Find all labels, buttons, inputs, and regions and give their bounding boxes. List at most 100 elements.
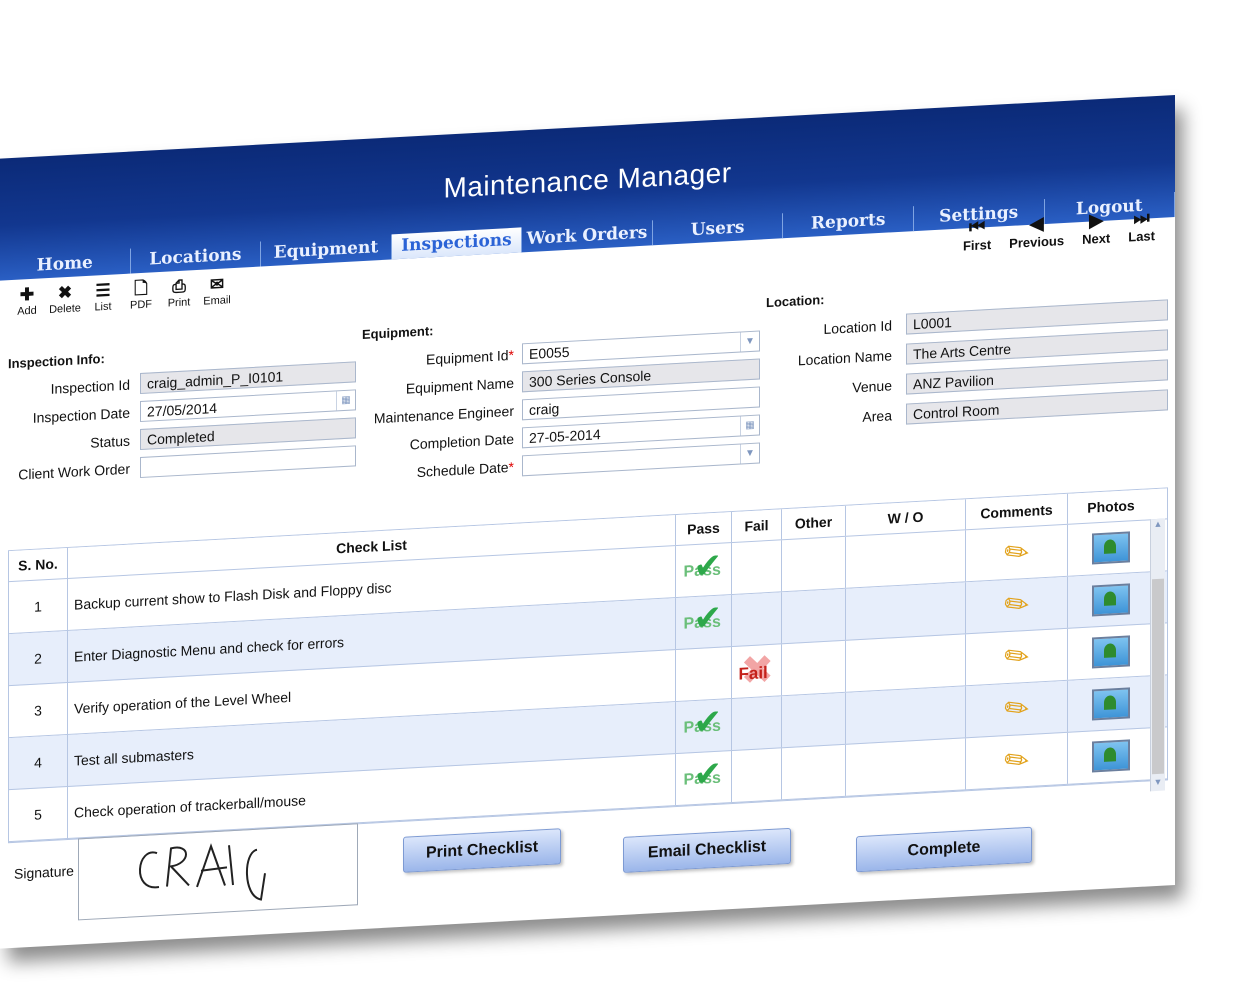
tab-users[interactable]: Users	[652, 213, 784, 246]
header-sno: S. No.	[9, 547, 68, 582]
other-cell[interactable]	[782, 588, 846, 644]
location-name-field[interactable]: The Arts Centre	[906, 329, 1168, 365]
photo-icon[interactable]	[1092, 583, 1130, 617]
skip-last-icon: ⏭	[1133, 207, 1150, 229]
first-button[interactable]: ⏮ First	[963, 215, 991, 253]
checklist-grid: S. No. Check List Pass Fail Other W / O …	[8, 487, 1168, 844]
equipment-id-select[interactable]: E0055 ▼	[522, 330, 760, 365]
comments-cell: ✏	[966, 628, 1068, 686]
calendar-icon[interactable]: ▦	[336, 390, 355, 411]
other-cell[interactable]	[782, 640, 846, 696]
pencil-icon[interactable]: ✏	[1001, 690, 1032, 728]
pdf-button[interactable]: 🗋 PDF	[122, 278, 160, 312]
tab-work-orders[interactable]: Work Orders	[522, 220, 653, 253]
signature-label: Signature	[14, 862, 74, 882]
photos-cell	[1068, 624, 1154, 680]
print-button[interactable]: ⎙ Print	[160, 276, 198, 310]
schedule-date-label: Schedule Date*	[416, 458, 514, 481]
printer-icon: ⎙	[172, 276, 186, 297]
wo-cell[interactable]	[846, 686, 966, 744]
maintenance-engineer-field[interactable]: craig	[522, 386, 760, 421]
scroll-up-icon[interactable]: ▲	[1151, 519, 1165, 534]
pass-check-icon[interactable]: Pass ✔	[680, 546, 728, 590]
record-toolbar: ✚ Add ✖ Delete ☰ List 🗋 PDF ⎙ Print ✉ Email	[8, 274, 236, 318]
pencil-icon[interactable]: ✏	[1001, 638, 1032, 676]
inspection-id-label: Inspection Id	[50, 376, 130, 397]
inspection-id-field[interactable]: craig_admin_P_I0101	[140, 361, 356, 395]
pencil-icon[interactable]: ✏	[1001, 534, 1032, 572]
pass-check-icon[interactable]: Pass ✔	[680, 598, 728, 642]
wo-cell[interactable]	[846, 738, 966, 796]
inspection-date-label: Inspection Date	[32, 404, 130, 426]
chevron-down-icon[interactable]: ▼	[740, 331, 759, 352]
pass-cell[interactable]	[676, 646, 732, 702]
comments-cell: ✏	[966, 576, 1068, 634]
grid-scrollbar[interactable]: ▲ ▼	[1150, 518, 1165, 792]
venue-field[interactable]: ANZ Pavilion	[906, 359, 1168, 395]
pass-cell[interactable]: Pass ✔	[676, 542, 732, 598]
signature-pad[interactable]	[78, 823, 358, 921]
pass-check-icon[interactable]: Pass ✔	[680, 702, 728, 746]
wo-cell[interactable]	[846, 582, 966, 640]
equipment-name-label: Equipment Name	[405, 374, 514, 397]
email-checklist-button[interactable]: Email Checklist	[623, 827, 791, 873]
area-field[interactable]: Control Room	[906, 389, 1168, 425]
tab-home[interactable]: Home	[0, 248, 131, 281]
scroll-down-icon[interactable]: ▼	[1151, 777, 1165, 792]
pencil-icon[interactable]: ✏	[1001, 742, 1032, 780]
pass-cell[interactable]: Pass ✔	[676, 750, 732, 806]
completion-date-label: Completion Date	[409, 430, 514, 453]
fail-cell[interactable]: ✖ Fail	[732, 644, 782, 698]
photos-cell	[1068, 728, 1154, 784]
delete-button[interactable]: ✖ Delete	[46, 282, 84, 316]
row-number: 4	[9, 734, 68, 790]
inspection-date-field[interactable]: 27/05/2014 ▦	[140, 389, 356, 423]
tab-equipment[interactable]: Equipment	[261, 234, 392, 267]
fail-cell[interactable]	[732, 540, 782, 594]
location-id-field[interactable]: L0001	[906, 299, 1168, 335]
wo-cell[interactable]	[846, 530, 966, 588]
photo-icon[interactable]	[1092, 739, 1130, 773]
pass-cell[interactable]: Pass ✔	[676, 698, 732, 754]
header-comments: Comments	[966, 493, 1068, 530]
fail-cell[interactable]	[732, 748, 782, 802]
pencil-icon[interactable]: ✏	[1001, 586, 1032, 624]
photo-icon[interactable]	[1092, 687, 1130, 721]
completion-date-field[interactable]: 27-05-2014 ▦	[522, 414, 760, 449]
previous-button[interactable]: ◀ Previous	[1009, 211, 1064, 251]
other-cell[interactable]	[782, 536, 846, 592]
tab-locations[interactable]: Locations	[130, 241, 262, 274]
chevron-down-icon[interactable]: ▼	[740, 443, 759, 464]
fail-cell[interactable]	[732, 592, 782, 646]
header-pass: Pass	[676, 511, 732, 546]
equipment-id-label: Equipment Id*	[426, 346, 514, 368]
fail-cross-icon[interactable]: ✖ Fail	[735, 647, 779, 693]
complete-button[interactable]: Complete	[856, 826, 1032, 873]
photo-icon[interactable]	[1092, 531, 1130, 565]
status-field[interactable]: Completed	[140, 417, 356, 451]
tab-reports[interactable]: Reports	[783, 206, 914, 239]
client-work-order-field[interactable]	[140, 445, 356, 479]
comments-cell: ✏	[966, 524, 1068, 582]
tab-inspections[interactable]: Inspections	[391, 227, 523, 260]
last-button[interactable]: ⏭ Last	[1128, 206, 1155, 244]
header-other: Other	[782, 505, 846, 540]
fail-cell[interactable]	[732, 696, 782, 750]
other-cell[interactable]	[782, 692, 846, 748]
location-name-label: Location Name	[797, 347, 892, 369]
schedule-date-select[interactable]: ▼	[522, 442, 760, 477]
list-button[interactable]: ☰ List	[84, 280, 122, 314]
email-button[interactable]: ✉ Email	[198, 274, 236, 308]
add-button[interactable]: ✚ Add	[8, 284, 46, 318]
photo-icon[interactable]	[1092, 635, 1130, 669]
calendar-icon[interactable]: ▦	[740, 415, 759, 436]
scroll-thumb[interactable]	[1152, 578, 1164, 775]
print-checklist-button[interactable]: Print Checklist	[403, 828, 561, 873]
wo-cell[interactable]	[846, 634, 966, 692]
other-cell[interactable]	[782, 744, 846, 800]
equipment-name-field[interactable]: 300 Series Console	[522, 358, 760, 393]
next-button[interactable]: ▶ Next	[1082, 209, 1110, 247]
photos-cell	[1068, 572, 1154, 628]
pass-check-icon[interactable]: Pass ✔	[680, 754, 728, 798]
pass-cell[interactable]: Pass ✔	[676, 594, 732, 650]
